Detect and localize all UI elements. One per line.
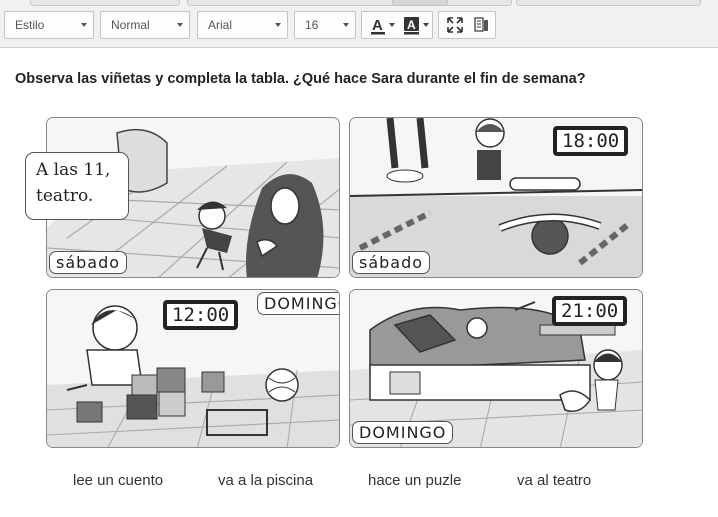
font-select[interactable]: Arial	[197, 11, 288, 39]
show-blocks-button[interactable]	[468, 12, 494, 38]
clock-time: 12:00	[166, 303, 236, 327]
comic-panel-sunday-puzzle: 12:00 DOMINGO	[46, 289, 340, 448]
clock-time: 18:00	[556, 129, 626, 153]
chevron-down-icon	[81, 23, 87, 27]
format-select[interactable]: Normal	[100, 11, 190, 39]
clock-display: 12:00	[163, 300, 239, 330]
chevron-down-icon	[275, 23, 281, 27]
font-size-select-label: 16	[305, 18, 319, 32]
style-select[interactable]: Estilo	[4, 11, 94, 39]
answer-option[interactable]: lee un cuento	[73, 472, 163, 489]
background-color-icon: A	[404, 17, 419, 35]
panel-caption: sábado	[49, 251, 128, 274]
toolbar-button-active[interactable]	[392, 0, 448, 6]
chevron-down-icon	[389, 23, 395, 27]
editor-toolbar: Estilo Normal Arial 16 A A	[0, 0, 718, 48]
show-blocks-icon	[474, 17, 488, 32]
speech-bubble-line: A las 11,	[36, 160, 111, 180]
clock-time: 21:00	[555, 299, 625, 323]
chevron-down-icon	[177, 23, 183, 27]
maximize-button[interactable]	[441, 12, 467, 38]
text-color-icon: A	[371, 17, 385, 35]
chevron-down-icon	[343, 23, 349, 27]
view-buttons	[438, 11, 496, 39]
svg-text:A: A	[372, 17, 383, 34]
chevron-down-icon	[423, 23, 429, 27]
answer-option[interactable]: va al teatro	[517, 472, 591, 489]
font-size-select[interactable]: 16	[294, 11, 356, 39]
svg-text:A: A	[407, 18, 416, 32]
clock-display: 21:00	[552, 296, 628, 326]
comic-panel-saturday-pool: 18:00 sábado	[349, 117, 643, 278]
clock-display: 18:00	[553, 126, 629, 156]
panel-caption: DOMINGO	[352, 421, 454, 444]
style-select-label: Estilo	[15, 18, 45, 32]
instruction-text: Observa las viñetas y completa la tabla.…	[15, 71, 586, 87]
speech-bubble-line: teatro.	[36, 186, 94, 206]
background-color-button[interactable]: A	[398, 12, 431, 38]
comic-panel-sunday-story: 21:00 DOMINGO	[349, 289, 643, 448]
format-select-label: Normal	[111, 18, 150, 32]
answer-option[interactable]: va a la piscina	[218, 472, 313, 489]
panel-caption: sábado	[352, 251, 431, 274]
maximize-icon	[447, 17, 463, 33]
color-buttons: A A	[361, 11, 433, 39]
speech-bubble: A las 11, teatro.	[25, 152, 129, 220]
toolbar-button-group[interactable]	[187, 0, 512, 6]
toolbar-button-group[interactable]	[30, 0, 180, 6]
text-color-button[interactable]: A	[364, 12, 397, 38]
font-select-label: Arial	[208, 18, 233, 32]
toolbar-top-row	[0, 0, 718, 7]
panel-caption: DOMINGO	[257, 292, 339, 315]
toolbar-button-group[interactable]	[516, 0, 701, 6]
answer-option[interactable]: hace un puzle	[368, 472, 461, 489]
